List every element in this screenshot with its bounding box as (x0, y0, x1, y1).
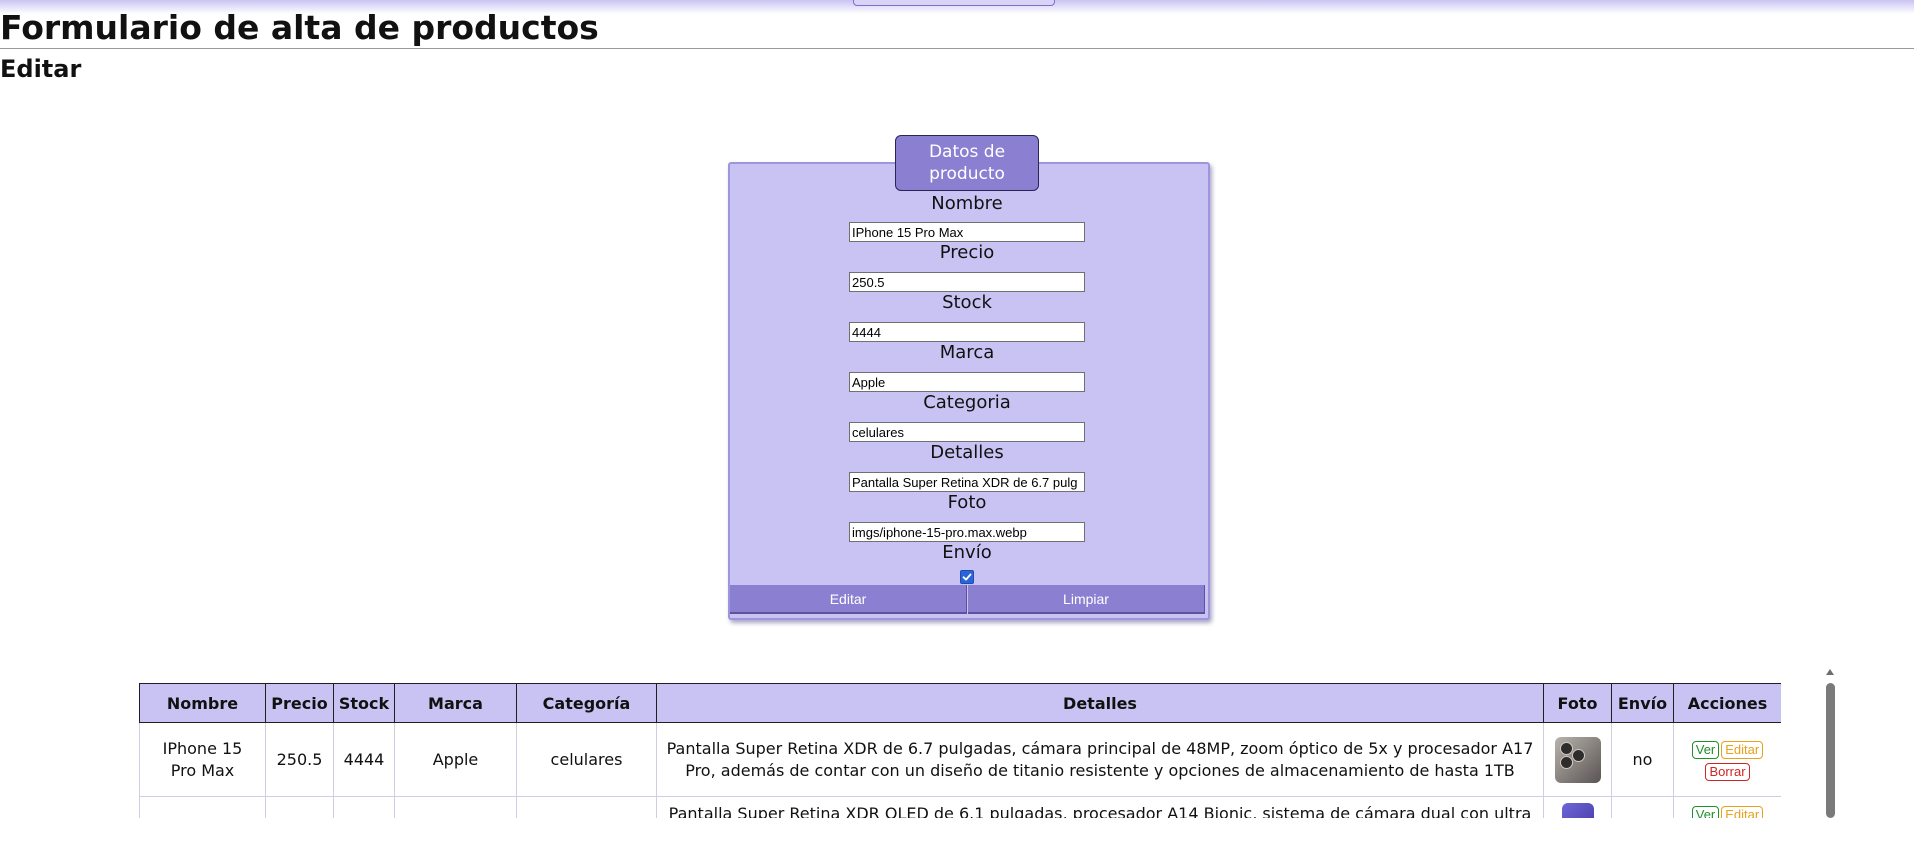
products-table: Nombre Precio Stock Marca Categoría Deta… (139, 683, 1781, 818)
camera-lens-icon (1571, 748, 1585, 762)
table-row: Pantalla Super Retina XDR OLED de 6.1 pu… (139, 796, 1781, 818)
header-envio: Envío (1611, 683, 1674, 723)
scrollbar-thumb[interactable] (1826, 683, 1835, 818)
cell-detalles: Pantalla Super Retina XDR OLED de 6.1 pu… (656, 796, 1544, 818)
view-button[interactable]: Ver (1691, 806, 1720, 818)
delete-button[interactable]: Borrar (1705, 762, 1750, 781)
camera-lens-icon (1559, 741, 1573, 755)
header-acciones: Acciones (1673, 683, 1781, 723)
cell-stock (333, 796, 395, 818)
product-thumbnail (1561, 803, 1594, 818)
cell-marca: Apple (394, 722, 517, 797)
detalles-label: Detalles (930, 442, 1004, 463)
edit-button[interactable]: Editar (730, 585, 967, 614)
table-row: IPhone 15 Pro Max 250.5 4444 Apple celul… (139, 722, 1781, 797)
cell-categoria (516, 796, 657, 818)
cell-acciones: Ver Editar Borrar (1673, 722, 1781, 797)
view-button[interactable]: Ver (1691, 740, 1720, 759)
envio-label: Envío (942, 542, 992, 563)
edit-row-button[interactable]: Editar (1721, 806, 1764, 818)
cell-categoria: celulares (516, 722, 657, 797)
cell-foto (1543, 722, 1612, 797)
section-title: Editar (0, 55, 82, 83)
cell-nombre (139, 796, 266, 818)
foto-label: Foto (947, 492, 987, 513)
header-foto: Foto (1543, 683, 1612, 723)
nombre-input[interactable] (849, 222, 1085, 242)
cell-acciones: Ver Editar (1673, 796, 1781, 818)
header-categoria: Categoría (516, 683, 657, 723)
header-detalles: Detalles (656, 683, 1544, 723)
cell-envio (1611, 796, 1674, 818)
table-header-row: Nombre Precio Stock Marca Categoría Deta… (139, 683, 1781, 723)
clear-button[interactable]: Limpiar (968, 585, 1205, 614)
check-icon (962, 573, 972, 581)
page-bottom-area (0, 818, 1914, 853)
cell-nombre: IPhone 15 Pro Max (139, 722, 266, 797)
header-marca: Marca (394, 683, 517, 723)
marca-input[interactable] (849, 372, 1085, 392)
cell-foto (1543, 796, 1612, 818)
categoria-label: Categoria (923, 392, 1011, 413)
camera-lens-icon (1559, 755, 1573, 769)
header-stock: Stock (333, 683, 395, 723)
stock-label: Stock (942, 292, 992, 313)
cell-precio (265, 796, 334, 818)
products-table-container: Nombre Precio Stock Marca Categoría Deta… (139, 683, 1781, 818)
stock-input[interactable] (849, 322, 1085, 342)
page-title: Formulario de alta de productos (0, 8, 599, 47)
cell-envio: no (1611, 722, 1674, 797)
title-divider (0, 48, 1914, 49)
top-nav-tab[interactable] (853, 0, 1055, 6)
cell-marca (394, 796, 517, 818)
marca-label: Marca (939, 342, 995, 363)
precio-label: Precio (939, 242, 995, 263)
edit-row-button[interactable]: Editar (1721, 740, 1764, 759)
categoria-input[interactable] (849, 422, 1085, 442)
envio-checkbox[interactable] (960, 570, 974, 584)
form-legend: Datos de producto (895, 135, 1039, 191)
cell-stock: 4444 (333, 722, 395, 797)
precio-input[interactable] (849, 272, 1085, 292)
scroll-up-arrow-icon[interactable] (1826, 669, 1834, 675)
cell-precio: 250.5 (265, 722, 334, 797)
nombre-label: Nombre (931, 193, 1003, 214)
product-thumbnail (1554, 736, 1601, 783)
detalles-input[interactable] (849, 472, 1085, 492)
cell-detalles: Pantalla Super Retina XDR de 6.7 pulgada… (656, 722, 1544, 797)
foto-input[interactable] (849, 522, 1085, 542)
header-precio: Precio (265, 683, 334, 723)
header-nombre: Nombre (139, 683, 266, 723)
